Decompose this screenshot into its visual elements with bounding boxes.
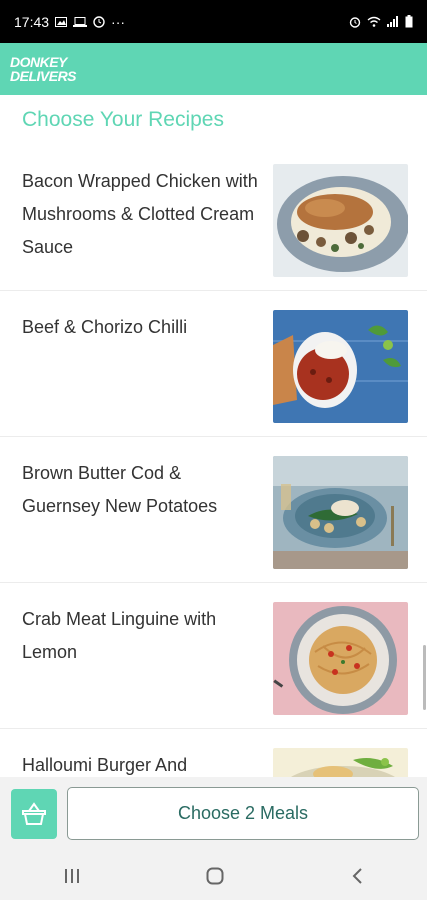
laptop-icon: [73, 16, 88, 27]
chilli-bowl-image: [273, 310, 408, 423]
donkey-delivers-logo[interactable]: DONKEY DELIVERS: [10, 54, 77, 84]
status-bar: 17:43 ···: [0, 0, 427, 43]
cod-plate-image: [273, 456, 408, 569]
logo-line-2: DELIVERS: [10, 68, 77, 84]
battery-icon: [405, 15, 413, 28]
recipe-item[interactable]: Halloumi Burger And: [0, 729, 427, 777]
basket-icon: [22, 802, 46, 825]
linguine-plate-image: [273, 602, 408, 715]
app-bar: DONKEY DELIVERS: [0, 43, 427, 95]
home-icon[interactable]: [206, 867, 224, 885]
sync-icon: [93, 15, 105, 28]
recipe-name: Beef & Chorizo Chilli: [22, 317, 188, 337]
basket-button[interactable]: [11, 789, 57, 839]
recipe-list[interactable]: Bacon Wrapped Chicken with Mushrooms & C…: [0, 145, 427, 777]
recipe-item[interactable]: Bacon Wrapped Chicken with Mushrooms & C…: [0, 145, 427, 291]
recent-apps-icon[interactable]: [63, 868, 81, 884]
recipe-name: Crab Meat Linguine with Lemon: [22, 609, 217, 662]
page-title: Choose Your Recipes: [22, 108, 224, 131]
burger-image: [273, 748, 408, 777]
signal-icon: [387, 16, 398, 27]
chicken-plate-image: [273, 164, 408, 277]
more-notifications-icon: ···: [111, 13, 126, 30]
wifi-icon: [367, 16, 381, 27]
status-time: 17:43: [14, 13, 50, 30]
recipe-item[interactable]: Brown Butter Cod & Guernsey New Potatoes: [0, 437, 427, 583]
alarm-icon: [349, 16, 361, 28]
recipe-item[interactable]: Crab Meat Linguine with Lemon: [0, 583, 427, 729]
scrollbar[interactable]: [423, 645, 426, 710]
logo-line-1: DONKEY: [10, 54, 67, 70]
recipe-name: Bacon Wrapped Chicken with Mushrooms & C…: [22, 171, 258, 257]
choose-meals-button[interactable]: Choose 2 Meals: [67, 787, 419, 840]
system-nav-bar: [0, 851, 427, 900]
recipe-name: Brown Butter Cod & Guernsey New Potatoes: [22, 463, 218, 516]
back-icon[interactable]: [350, 867, 364, 885]
gallery-icon: [55, 16, 68, 27]
recipe-item[interactable]: Beef & Chorizo Chilli: [0, 291, 427, 437]
recipe-name: Halloumi Burger And: [22, 755, 188, 775]
